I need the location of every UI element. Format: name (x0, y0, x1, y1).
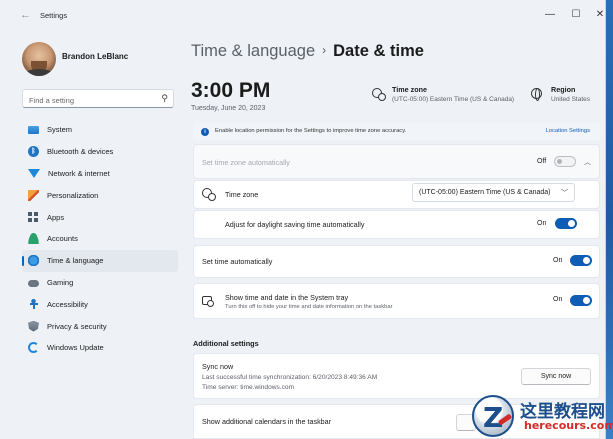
watermark-logo: Z (472, 395, 514, 437)
sidebar-item-label: Network & internet (48, 168, 110, 178)
timezone-label: Time zone (225, 190, 259, 199)
avatar[interactable] (22, 42, 56, 76)
dst-state: On (537, 220, 547, 227)
sidebar-item-bluetooth[interactable]: ᛒ Bluetooth & devices (22, 141, 178, 163)
system-icon (28, 125, 39, 134)
systray-label: Show time and date in the System tray (225, 293, 349, 302)
region-summary-label: Region (551, 85, 576, 94)
timezone-summary-value: (UTC-05:00) Eastern Time (US & Canada) (392, 96, 515, 103)
search-icon[interactable]: ⚲ (161, 93, 168, 104)
location-info-bar: i Enable location permission for the Set… (193, 123, 600, 140)
auto-time-toggle[interactable] (570, 255, 592, 266)
sidebar-item-label: Personalization (47, 190, 99, 200)
shield-icon (28, 320, 39, 332)
systray-sub: Turn this off to hide your time and date… (225, 304, 393, 310)
person-icon (28, 233, 39, 245)
sidebar-item-label: Gaming (47, 277, 74, 287)
info-icon: i (201, 127, 209, 136)
sidebar-item-apps[interactable]: Apps (22, 206, 178, 228)
sidebar-item-accessibility[interactable]: Accessibility (22, 293, 178, 315)
sync-server: Time server: time.windows.com (202, 384, 295, 391)
sync-title: Sync now (202, 362, 234, 371)
chevron-down-icon: ﹀ (561, 190, 568, 197)
watermark-en: herecours.com (524, 419, 613, 432)
search-input[interactable] (23, 92, 153, 109)
location-settings-link[interactable]: Location Settings (546, 128, 590, 134)
auto-time-card: Set time automatically On (193, 245, 600, 278)
sidebar-item-label: Accessibility (47, 299, 88, 309)
settings-window: ← Settings — ☐ ✕ Brandon LeBlanc ⚲ Syste… (0, 0, 606, 439)
auto-timezone-toggle[interactable] (554, 156, 576, 167)
sidebar-item-network[interactable]: Network & internet (22, 163, 178, 185)
page-title: Date & time (333, 42, 424, 60)
auto-timezone-card: Set time zone automatically Off ︿ (193, 144, 600, 179)
auto-timezone-label: Set time zone automatically (202, 158, 290, 167)
systray-card: Show time and date in the System tray Tu… (193, 283, 600, 319)
title-bar: ← Settings — ☐ ✕ (0, 0, 605, 30)
auto-timezone-state: Off (537, 158, 547, 165)
sidebar-item-system[interactable]: System (22, 119, 178, 141)
back-arrow-icon[interactable]: ← (20, 9, 31, 21)
sidebar-item-windows-update[interactable]: Windows Update (22, 337, 178, 359)
timezone-dropdown-value: (UTC-05:00) Eastern Time (US & Canada) (419, 189, 551, 196)
dst-label: Adjust for daylight saving time automati… (225, 220, 365, 229)
info-text: Enable location permission for the Setti… (215, 128, 407, 134)
gamepad-icon (28, 279, 39, 287)
breadcrumb: Time & language › Date & time (191, 42, 424, 61)
sidebar-item-label: Accounts (47, 234, 78, 244)
calendars-label: Show additional calendars in the taskbar (202, 417, 332, 426)
sidebar-item-label: Windows Update (47, 343, 104, 353)
apps-icon (28, 211, 39, 223)
sidebar-item-accounts[interactable]: Accounts (22, 228, 178, 250)
timezone-icon (372, 88, 386, 101)
breadcrumb-parent[interactable]: Time & language (191, 42, 315, 60)
wifi-icon (28, 168, 40, 178)
chevron-up-icon[interactable]: ︿ (584, 157, 591, 167)
search-box[interactable]: ⚲ (22, 89, 174, 109)
sidebar-item-label: Apps (47, 212, 65, 222)
minimize-button[interactable]: — (540, 8, 560, 22)
systray-toggle[interactable] (570, 295, 592, 306)
sidebar-item-label: Time & language (47, 256, 104, 266)
user-name: Brandon LeBlanc (62, 52, 129, 61)
maximize-button[interactable]: ☐ (566, 8, 586, 22)
region-summary-value: United States (551, 96, 591, 103)
bluetooth-icon: ᛒ (28, 146, 39, 158)
paintbrush-icon (28, 189, 39, 201)
globe-icon (531, 88, 542, 101)
dst-card: Adjust for daylight saving time automati… (193, 210, 600, 239)
timezone-clock-icon (202, 188, 216, 201)
globe-clock-icon (28, 255, 39, 267)
auto-time-label: Set time automatically (202, 257, 273, 266)
current-date: Tuesday, June 20, 2023 (191, 105, 266, 112)
sidebar-item-label: Bluetooth & devices (47, 147, 114, 157)
sync-last: Last successful time synchronization: 6/… (202, 374, 378, 381)
current-time: 3:00 PM (191, 79, 271, 102)
sidebar-item-label: System (47, 125, 73, 135)
systray-state: On (553, 296, 563, 303)
sidebar-item-time-language[interactable]: Time & language (22, 249, 178, 272)
auto-time-state: On (553, 257, 563, 264)
sidebar-nav: System ᛒ Bluetooth & devices Network & i… (22, 119, 178, 359)
update-icon (28, 342, 39, 354)
breadcrumb-separator: › (322, 43, 327, 57)
close-button[interactable]: ✕ (590, 8, 605, 22)
sidebar-item-gaming[interactable]: Gaming (22, 272, 178, 294)
app-title: Settings (40, 11, 68, 20)
dst-toggle[interactable] (555, 218, 577, 229)
watermark: Z 这里教程网 herecours.com (466, 393, 613, 439)
sync-now-button[interactable]: Sync now (521, 368, 591, 385)
sidebar-item-label: Privacy & security (47, 321, 107, 331)
timezone-summary-label: Time zone (392, 85, 428, 94)
sidebar-item-privacy[interactable]: Privacy & security (22, 315, 178, 337)
desktop-background (606, 0, 613, 439)
taskbar-clock-icon (202, 296, 214, 307)
timezone-dropdown[interactable]: (UTC-05:00) Eastern Time (US & Canada) ﹀ (412, 183, 575, 202)
sidebar-item-personalization[interactable]: Personalization (22, 184, 178, 206)
accessibility-icon (28, 298, 39, 310)
additional-settings-heading: Additional settings (193, 339, 259, 348)
